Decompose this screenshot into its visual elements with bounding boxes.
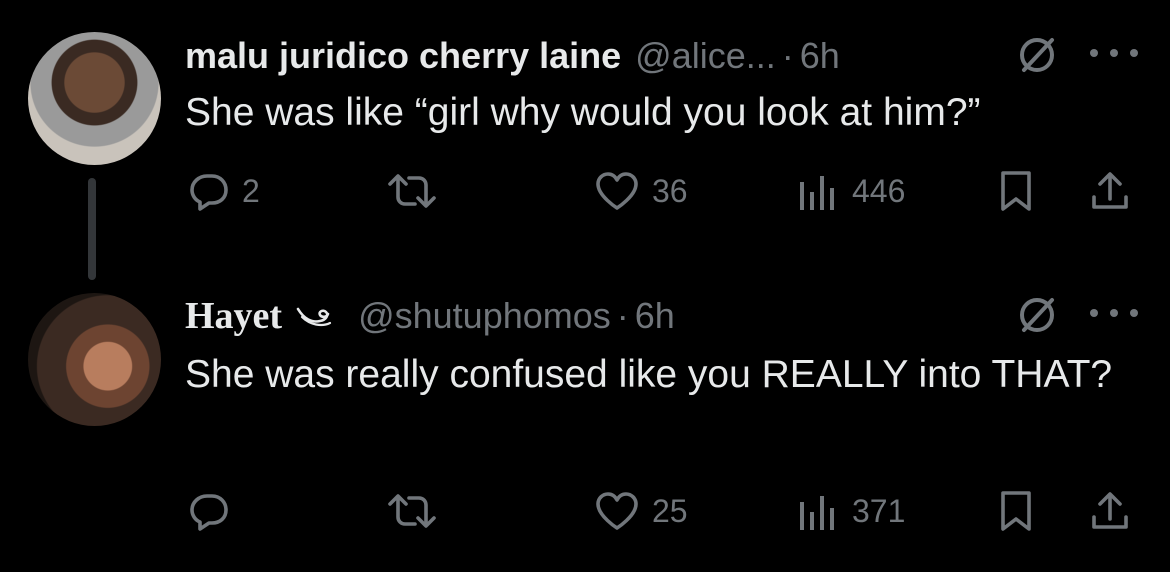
tweet-header: Hayet @shutuphomos · 6h: [185, 292, 675, 340]
retweet-button[interactable]: [386, 486, 450, 536]
share-button[interactable]: [1088, 486, 1132, 536]
tweet-1[interactable]: malu juridico cherry laine @alice... · 6…: [0, 0, 1170, 240]
timestamp[interactable]: 6h: [635, 295, 675, 337]
reply-icon: [190, 174, 228, 211]
retweet-icon: [388, 494, 436, 528]
tweet-header: malu juridico cherry laine @alice... · 6…: [185, 32, 840, 80]
tweet-text: She was really confused like you REALLY …: [185, 353, 1113, 396]
view-count: 446: [852, 172, 906, 209]
tweet-text: She was like “girl why would you look at…: [185, 91, 981, 134]
reply-button[interactable]: 2: [188, 166, 260, 216]
handle[interactable]: @alice...: [635, 35, 776, 77]
more-icon[interactable]: [1090, 49, 1138, 61]
heart-icon: [596, 492, 638, 530]
avatar[interactable]: [28, 32, 161, 165]
display-name[interactable]: malu juridico cherry laine: [185, 35, 621, 77]
slashed-circle-icon[interactable]: [1016, 294, 1058, 336]
views-icon: [800, 496, 834, 530]
views-icon: [800, 176, 834, 210]
bookmark-icon: [1001, 171, 1031, 211]
action-bar: 2 36 446: [0, 166, 1170, 216]
like-count: 36: [652, 172, 688, 209]
share-icon: [1092, 172, 1128, 209]
bookmark-button[interactable]: [998, 166, 1034, 216]
handle[interactable]: @shutuphomos: [358, 295, 611, 337]
retweet-button[interactable]: [386, 166, 450, 216]
tweet-2[interactable]: Hayet @shutuphomos · 6h She was really c…: [0, 280, 1170, 572]
share-icon: [1092, 492, 1128, 529]
bookmark-button[interactable]: [998, 486, 1034, 536]
like-button[interactable]: 36: [594, 166, 688, 216]
separator-dot: ·: [616, 295, 629, 336]
more-icon[interactable]: [1090, 309, 1138, 321]
avatar[interactable]: [28, 293, 161, 426]
reply-count: 2: [242, 172, 260, 209]
separator-dot: ·: [781, 35, 794, 76]
slashed-circle-icon[interactable]: [1016, 34, 1058, 76]
reply-button[interactable]: [188, 486, 242, 536]
reply-icon: [190, 494, 228, 531]
heart-icon: [596, 172, 638, 210]
action-bar: 25 371: [0, 486, 1170, 536]
share-button[interactable]: [1088, 166, 1132, 216]
swirl-icon: [296, 307, 332, 327]
view-count: 371: [852, 492, 906, 529]
display-name[interactable]: Hayet: [185, 294, 282, 338]
views-button[interactable]: 446: [796, 166, 905, 216]
bookmark-icon: [1001, 491, 1031, 531]
retweet-icon: [388, 174, 436, 208]
timestamp[interactable]: 6h: [800, 35, 840, 77]
views-button[interactable]: 371: [796, 486, 905, 536]
like-button[interactable]: 25: [594, 486, 688, 536]
like-count: 25: [652, 492, 688, 529]
